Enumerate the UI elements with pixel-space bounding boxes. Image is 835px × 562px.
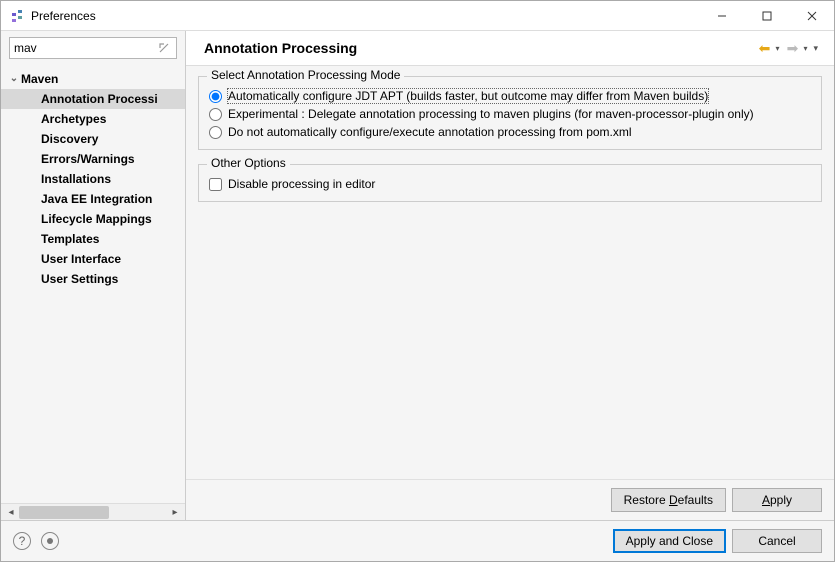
tree-item-label: Errors/Warnings [41,150,135,168]
mode-group: Select Annotation Processing Mode Automa… [198,76,822,150]
window-title: Preferences [31,9,699,23]
forward-icon[interactable]: ➡ [781,39,803,57]
mode-radio[interactable] [209,126,222,139]
tree-item-label: Templates [41,230,99,248]
help-icon[interactable]: ? [13,532,31,550]
tree-item-label: Java EE Integration [41,190,152,208]
tree-item-maven[interactable]: ⌄ Maven [1,69,185,89]
forward-menu-caret[interactable]: ▾ [803,44,807,53]
mode-radio[interactable] [209,108,222,121]
close-button[interactable] [789,1,834,30]
preferences-dialog: Preferences [0,0,835,562]
titlebar: Preferences [1,1,834,31]
import-export-icon[interactable] [41,532,59,550]
minimize-button[interactable] [699,1,744,30]
dialog-footer: ? Apply and Close Cancel [1,520,834,561]
tree-item[interactable]: Archetypes [1,109,185,129]
view-menu-icon[interactable]: ▾ [809,41,822,56]
page-title: Annotation Processing [204,40,753,56]
mode-radio-row[interactable]: Experimental : Delegate annotation proce… [209,105,811,123]
scroll-right-icon[interactable]: ▸ [167,505,183,520]
preferences-tree[interactable]: ⌄ Maven Annotation Processi Archetypes Dis… [1,65,185,503]
tree-item-label: Annotation Processi [41,90,158,108]
tree-item[interactable]: User Interface [1,249,185,269]
content-footer: Restore Defaults Apply [186,479,834,520]
dialog-body: ⌄ Maven Annotation Processi Archetypes Dis… [1,31,834,520]
content-header: Annotation Processing ⬅ ▾ ➡ ▾ ▾ [186,31,834,66]
mode-radio-label: Do not automatically configure/execute a… [228,125,632,139]
tree-item[interactable]: User Settings [1,269,185,289]
sidebar: ⌄ Maven Annotation Processi Archetypes Dis… [1,31,186,520]
tree-item-label: Lifecycle Mappings [41,210,152,228]
other-check-row[interactable]: Disable processing in editor [209,175,811,193]
window-buttons [699,1,834,30]
tree-item[interactable]: Lifecycle Mappings [1,209,185,229]
nav-icons: ⬅ ▾ ➡ ▾ ▾ [753,39,822,57]
tree-item[interactable]: Java EE Integration [1,189,185,209]
tree-item[interactable]: Installations [1,169,185,189]
footer-icons: ? [13,532,613,550]
clear-search-icon[interactable] [157,41,171,55]
app-icon [9,8,25,24]
mode-radio-row[interactable]: Do not automatically configure/execute a… [209,123,811,141]
tree-item[interactable]: Discovery [1,129,185,149]
horizontal-scrollbar[interactable]: ◂ ▸ [1,503,185,520]
search-row [1,31,185,65]
back-icon[interactable]: ⬅ [753,39,775,57]
mode-group-title: Select Annotation Processing Mode [207,68,404,82]
scroll-left-icon[interactable]: ◂ [3,505,19,520]
mode-radio-row[interactable]: Automatically configure JDT APT (builds … [209,87,811,105]
tree-item[interactable]: Templates [1,229,185,249]
content-pane: Annotation Processing ⬅ ▾ ➡ ▾ ▾ Select A… [186,31,834,520]
apply-and-close-button[interactable]: Apply and Close [613,529,726,553]
apply-button[interactable]: Apply [732,488,822,512]
maximize-button[interactable] [744,1,789,30]
tree-item-label: Installations [41,170,111,188]
cancel-button[interactable]: Cancel [732,529,822,553]
tree-item-label: User Settings [41,270,118,288]
tree-item-label: Discovery [41,130,98,148]
other-group: Other Options Disable processing in edit… [198,164,822,202]
tree-item-label: Archetypes [41,110,106,128]
mode-radio-label: Automatically configure JDT APT (builds … [228,89,708,103]
footer-buttons: Apply and Close Cancel [613,529,822,553]
tree-item-label: Maven [21,70,58,88]
tree-item[interactable]: Annotation Processi [1,89,185,109]
back-menu-caret[interactable]: ▾ [775,44,779,53]
other-checkbox[interactable] [209,178,222,191]
scroll-track[interactable] [19,505,167,520]
other-group-title: Other Options [207,156,290,170]
content-body: Select Annotation Processing Mode Automa… [186,66,834,479]
search-input[interactable] [9,37,177,59]
other-checkbox-label: Disable processing in editor [228,177,375,191]
scroll-thumb[interactable] [19,506,109,519]
tree-item-label: User Interface [41,250,121,268]
mode-radio-label: Experimental : Delegate annotation proce… [228,107,754,121]
mode-radio[interactable] [209,90,222,103]
restore-defaults-button[interactable]: Restore Defaults [611,488,726,512]
expand-icon[interactable]: ⌄ [7,70,21,88]
tree-item[interactable]: Errors/Warnings [1,149,185,169]
